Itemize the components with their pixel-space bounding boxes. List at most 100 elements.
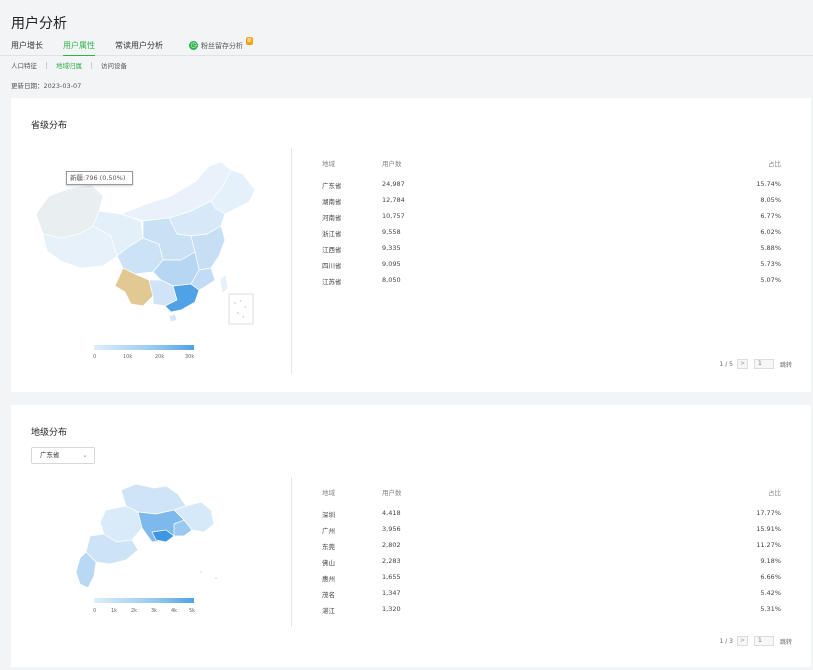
tab-fan-retention[interactable]: ◷ 粉丝留存分析 新	[189, 37, 254, 56]
table-row: 广东省 24,987 15.74%	[322, 180, 781, 196]
cell-share: 15.91%	[756, 525, 781, 533]
cell-users: 1,655	[382, 573, 401, 581]
col-share: 占比	[768, 160, 781, 168]
col-users: 用户数	[382, 489, 402, 497]
city-table: 地域 用户数 占比 深圳 4,418 17.77% 广州 3,956 15.91% 东莞…	[322, 487, 781, 621]
province-select[interactable]: 广东省 ⌄	[31, 447, 95, 464]
cell-users: 9,558	[382, 228, 401, 236]
sub-tabs: 人口特征 地域归属 访问设备	[11, 60, 127, 70]
cell-users: 24,987	[382, 180, 405, 188]
cell-region: 惠州	[322, 575, 335, 583]
new-badge: 新	[246, 37, 254, 45]
province-pager: 1 / 5 > 1 跳转	[719, 359, 792, 369]
legend-tick: 4k	[171, 608, 178, 614]
map-island	[215, 577, 217, 579]
china-map[interactable]	[31, 156, 256, 336]
cell-region: 广东省	[322, 182, 342, 190]
cell-users: 1,320	[382, 605, 401, 613]
cell-users: 9,095	[382, 260, 401, 268]
legend-tick: 0	[93, 608, 97, 614]
cell-region: 湛江	[322, 607, 335, 615]
subtab-demographics[interactable]: 人口特征	[11, 60, 37, 70]
jump-button[interactable]: 跳转	[780, 360, 792, 369]
map-region-taiwan[interactable]	[220, 275, 228, 293]
cell-region: 佛山	[322, 559, 335, 567]
jump-button[interactable]: 跳转	[780, 637, 792, 646]
cell-users: 4,418	[382, 509, 401, 517]
cell-share: 9.18%	[760, 557, 781, 565]
cell-share: 6.02%	[760, 228, 781, 236]
jump-page-input[interactable]: 1	[753, 359, 774, 369]
page-info: 1 / 3	[719, 637, 733, 645]
table-row: 茂名 1,347 5.42%	[322, 589, 781, 605]
legend-tick: 10k	[123, 354, 133, 360]
next-page-button[interactable]: >	[736, 636, 748, 646]
city-distribution-card: 地级分布 广东省 ⌄ 0 1k 2k 3k 4k 5k 地域 用户数 占比 深圳…	[11, 405, 811, 667]
province-distribution-card: 省级分布 新疆:796 (0.50%) 0 10k 20k 30k 地域 用户数…	[11, 98, 811, 392]
cell-region: 东莞	[322, 543, 335, 551]
cell-users: 3,956	[382, 525, 401, 533]
legend-tick: 5k	[189, 608, 196, 614]
table-row: 东莞 2,802 11.27%	[322, 541, 781, 557]
cell-share: 5.73%	[760, 260, 781, 268]
cell-share: 17.77%	[756, 509, 781, 517]
table-row: 浙江省 9,558 6.02%	[322, 228, 781, 244]
map-island	[200, 571, 202, 573]
cell-region: 河南省	[322, 214, 342, 222]
cell-region: 深圳	[322, 511, 335, 519]
subtab-separator	[91, 61, 92, 69]
table-row: 江苏省 8,050 5.07%	[322, 276, 781, 292]
tab-user-attributes[interactable]: 用户属性	[63, 40, 95, 56]
legend-tick: 2k	[131, 608, 138, 614]
city-card-title: 地级分布	[31, 428, 68, 438]
cell-users: 9,335	[382, 244, 401, 252]
col-users: 用户数	[382, 160, 402, 168]
table-header: 地域 用户数 占比	[322, 158, 781, 174]
update-date-value: 2023-03-07	[43, 82, 82, 90]
cell-users: 2,802	[382, 541, 401, 549]
cell-share: 6.77%	[760, 212, 781, 220]
jump-page-input[interactable]: 1	[753, 636, 774, 646]
south-sea-inset	[228, 293, 254, 325]
subtab-region[interactable]: 地域归属	[56, 60, 82, 70]
divider	[291, 148, 292, 374]
city-pager: 1 / 3 > 1 跳转	[719, 636, 792, 646]
cell-region: 浙江省	[322, 230, 342, 238]
map-region-yunnan[interactable]	[114, 267, 154, 307]
table-row: 湛江 1,320 5.31%	[322, 605, 781, 621]
province-legend-bar	[94, 345, 194, 350]
cell-region: 广州	[322, 527, 335, 535]
table-header: 地域 用户数 占比	[322, 487, 781, 503]
guangdong-map[interactable]	[66, 480, 226, 592]
cell-share: 8.05%	[760, 196, 781, 204]
city-legend-bar	[94, 598, 194, 603]
subtab-separator	[46, 61, 47, 69]
page-info: 1 / 5	[719, 360, 733, 368]
tab-frequent-readers[interactable]: 常读用户分析	[115, 40, 163, 56]
divider	[291, 477, 292, 627]
map-region-hainan[interactable]	[168, 313, 178, 323]
cell-users: 2,283	[382, 557, 401, 565]
cell-users: 8,050	[382, 276, 401, 284]
table-row: 佛山 2,283 9.18%	[322, 557, 781, 573]
cell-region: 茂名	[322, 591, 335, 599]
legend-tick: 0	[93, 354, 97, 360]
cell-share: 11.27%	[756, 541, 781, 549]
province-card-title: 省级分布	[31, 121, 68, 131]
table-row: 河南省 10,757 6.77%	[322, 212, 781, 228]
fan-retention-icon: ◷	[189, 41, 198, 50]
tab-user-growth[interactable]: 用户增长	[11, 40, 43, 56]
legend-tick: 3k	[151, 608, 158, 614]
cell-share: 5.31%	[760, 605, 781, 613]
table-row: 深圳 4,418 17.77%	[322, 509, 781, 525]
cell-users: 10,757	[382, 212, 405, 220]
cell-share: 15.74%	[756, 180, 781, 188]
cell-region: 四川省	[322, 262, 342, 270]
col-share: 占比	[768, 489, 781, 497]
table-row: 惠州 1,655 6.66%	[322, 573, 781, 589]
table-row: 湖南省 12,784 8.05%	[322, 196, 781, 212]
next-page-button[interactable]: >	[736, 359, 748, 369]
subtab-device[interactable]: 访问设备	[101, 60, 127, 70]
cell-region: 湖南省	[322, 198, 342, 206]
col-region: 地域	[322, 160, 335, 168]
